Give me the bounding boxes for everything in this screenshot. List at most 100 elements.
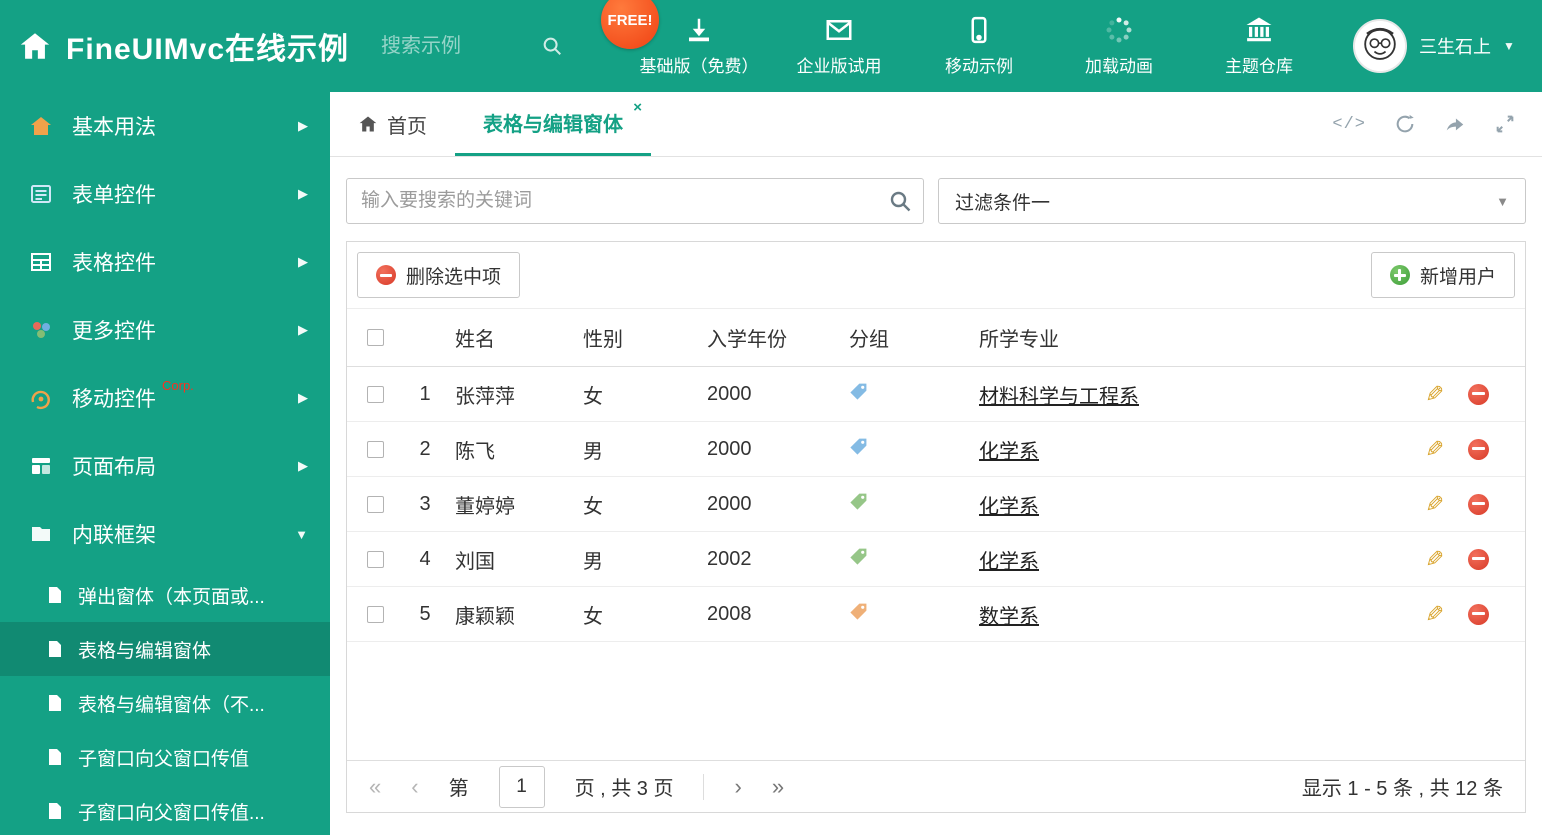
edit-icon[interactable]: ✎ [1425, 381, 1444, 408]
row-checkbox[interactable] [366, 550, 384, 568]
sidebar-item-label: 页面布局 [72, 456, 156, 479]
edit-icon[interactable]: ✎ [1425, 601, 1444, 628]
table-header-row: 姓名 性别 入学年份 分组 所学专业 [347, 309, 1525, 367]
major-link[interactable]: 化学系 [979, 496, 1039, 518]
row-checkbox[interactable] [366, 385, 384, 403]
delete-row-icon[interactable] [1468, 548, 1489, 570]
nav-item-basic-version[interactable]: FREE! 基础版（免费） [601, 0, 765, 77]
column-header-major[interactable]: 所学专业 [971, 323, 1413, 352]
edit-icon[interactable]: ✎ [1425, 491, 1444, 518]
sidebar-item-basic-usage[interactable]: 基本用法 ▶ [0, 92, 330, 160]
column-header-group[interactable]: 分组 [841, 323, 971, 352]
plus-circle-icon [1389, 265, 1410, 285]
filter-dropdown[interactable]: 过滤条件一 ▼ [938, 178, 1526, 224]
keyword-search-input[interactable] [346, 178, 924, 224]
major-link[interactable]: 材料科学与工程系 [979, 386, 1139, 408]
corp-badge: Corp. [162, 378, 194, 393]
close-icon[interactable]: × [633, 99, 642, 116]
chevron-right-icon: ▶ [298, 322, 308, 337]
sidebar-subitem-child-to-parent[interactable]: 子窗口向父窗口传值 [0, 730, 330, 784]
chevron-right-icon: ▶ [298, 186, 308, 201]
sidebar: 基本用法 ▶ 表单控件 ▶ 表格控件 ▶ 更多控件 ▶ 移动控件 Corp. ▶… [0, 92, 330, 835]
nav-item-mobile-demo[interactable]: 移动示例 [913, 15, 1045, 77]
share-icon[interactable] [1444, 113, 1466, 135]
sidebar-subitem-popup-window[interactable]: 弹出窗体（本页面或... [0, 568, 330, 622]
grid-empty-area [347, 642, 1525, 760]
sidebar-item-form-controls[interactable]: 表单控件 ▶ [0, 160, 330, 228]
add-user-button[interactable]: 新增用户 [1370, 252, 1515, 298]
table-icon [28, 249, 54, 275]
header-search-input[interactable] [381, 34, 532, 58]
search-icon[interactable] [541, 35, 563, 57]
delete-row-icon[interactable] [1468, 438, 1489, 460]
logo[interactable]: FineUIMvc在线示例 [0, 24, 349, 68]
sidebar-item-more-controls[interactable]: 更多控件 ▶ [0, 296, 330, 364]
sidebar-subitem-grid-edit-window[interactable]: 表格与编辑窗体 [0, 622, 330, 676]
sidebar-item-label: 表单控件 [72, 184, 156, 207]
delete-selected-button[interactable]: 删除选中项 [357, 252, 521, 298]
download-icon [689, 18, 710, 42]
column-header-year[interactable]: 入学年份 [699, 323, 841, 352]
sidebar-subitem-child-to-parent-2[interactable]: 子窗口向父窗口传值... [0, 784, 330, 835]
nav-item-theme-store[interactable]: 主题仓库 [1193, 15, 1325, 77]
row-index: 4 [419, 547, 431, 570]
first-page-icon[interactable]: « [369, 774, 381, 800]
major-link[interactable]: 化学系 [979, 551, 1039, 573]
tag-icon [849, 547, 868, 566]
column-header-name[interactable]: 姓名 [447, 323, 575, 352]
row-checkbox[interactable] [366, 605, 384, 623]
edit-icon[interactable]: ✎ [1425, 436, 1444, 463]
delete-row-icon[interactable] [1468, 383, 1489, 405]
major-link[interactable]: 化学系 [979, 441, 1039, 463]
user-menu[interactable]: 三生石上 ▼ [1353, 19, 1515, 73]
tab-home[interactable]: 首页 [330, 92, 455, 156]
file-icon [46, 802, 64, 820]
cell-name: 董婷婷 [455, 495, 515, 518]
nav-label: 基础版（免费） [639, 57, 759, 76]
sidebar-item-label: 内联框架 [72, 524, 156, 547]
form-icon [28, 181, 54, 207]
refresh-icon[interactable] [1394, 113, 1416, 135]
cell-name: 康颖颖 [455, 605, 515, 628]
last-page-icon[interactable]: » [772, 774, 784, 800]
search-icon[interactable] [888, 189, 912, 213]
cell-year: 2000 [707, 382, 752, 405]
prev-page-icon[interactable]: ‹ [411, 774, 418, 800]
sidebar-item-iframe[interactable]: 内联框架 ▼ [0, 500, 330, 568]
house-icon [28, 113, 54, 139]
filter-row: 过滤条件一 ▼ [330, 157, 1542, 241]
sidebar-subitem-grid-edit-window-2[interactable]: 表格与编辑窗体（不... [0, 676, 330, 730]
cell-gender: 女 [583, 385, 603, 408]
source-code-icon[interactable]: </> [1332, 115, 1366, 134]
nav-item-enterprise-trial[interactable]: 企业版试用 [773, 15, 905, 77]
tag-icon [849, 382, 868, 401]
sidebar-item-label: 移动控件 [72, 388, 156, 411]
page-number-input[interactable] [498, 765, 545, 808]
app-window: FineUIMvc在线示例 FREE! 基础版（免费） 企业版试用 移动示例 [0, 0, 1542, 835]
home-icon [359, 116, 377, 132]
row-checkbox[interactable] [366, 440, 384, 458]
sidebar-item-mobile-controls[interactable]: 移动控件 Corp. ▶ [0, 364, 330, 432]
record-summary: 显示 1 - 5 条 , 共 12 条 [1301, 778, 1503, 800]
select-all-checkbox[interactable] [366, 329, 384, 346]
delete-row-icon[interactable] [1468, 493, 1489, 515]
header-search [381, 34, 563, 58]
delete-row-icon[interactable] [1468, 603, 1489, 625]
edit-icon[interactable]: ✎ [1425, 546, 1444, 573]
filter-dropdown-value: 过滤条件一 [955, 192, 1051, 214]
fullscreen-icon[interactable] [1494, 113, 1516, 135]
major-link[interactable]: 数学系 [979, 606, 1039, 628]
pagination-bar: « ‹ 第 页 , 共 3 页 › » 显示 1 - 5 条 , 共 12 条 [347, 760, 1525, 812]
row-checkbox[interactable] [366, 495, 384, 513]
column-header-gender[interactable]: 性别 [575, 323, 699, 352]
sidebar-item-page-layout[interactable]: 页面布局 ▶ [0, 432, 330, 500]
sidebar-item-grid-controls[interactable]: 表格控件 ▶ [0, 228, 330, 296]
nav-item-loading-animation[interactable]: 加载动画 [1053, 15, 1185, 77]
grid-toolbar: 删除选中项 新增用户 [347, 242, 1525, 309]
chevron-down-icon: ▼ [295, 526, 308, 542]
sidebar-item-label: 表格控件 [72, 252, 156, 275]
next-page-icon[interactable]: › [734, 774, 741, 800]
tab-grid-edit-window[interactable]: 表格与编辑窗体 × [455, 92, 651, 156]
add-user-label: 新增用户 [1419, 266, 1496, 288]
chevron-right-icon: ▶ [298, 390, 308, 405]
